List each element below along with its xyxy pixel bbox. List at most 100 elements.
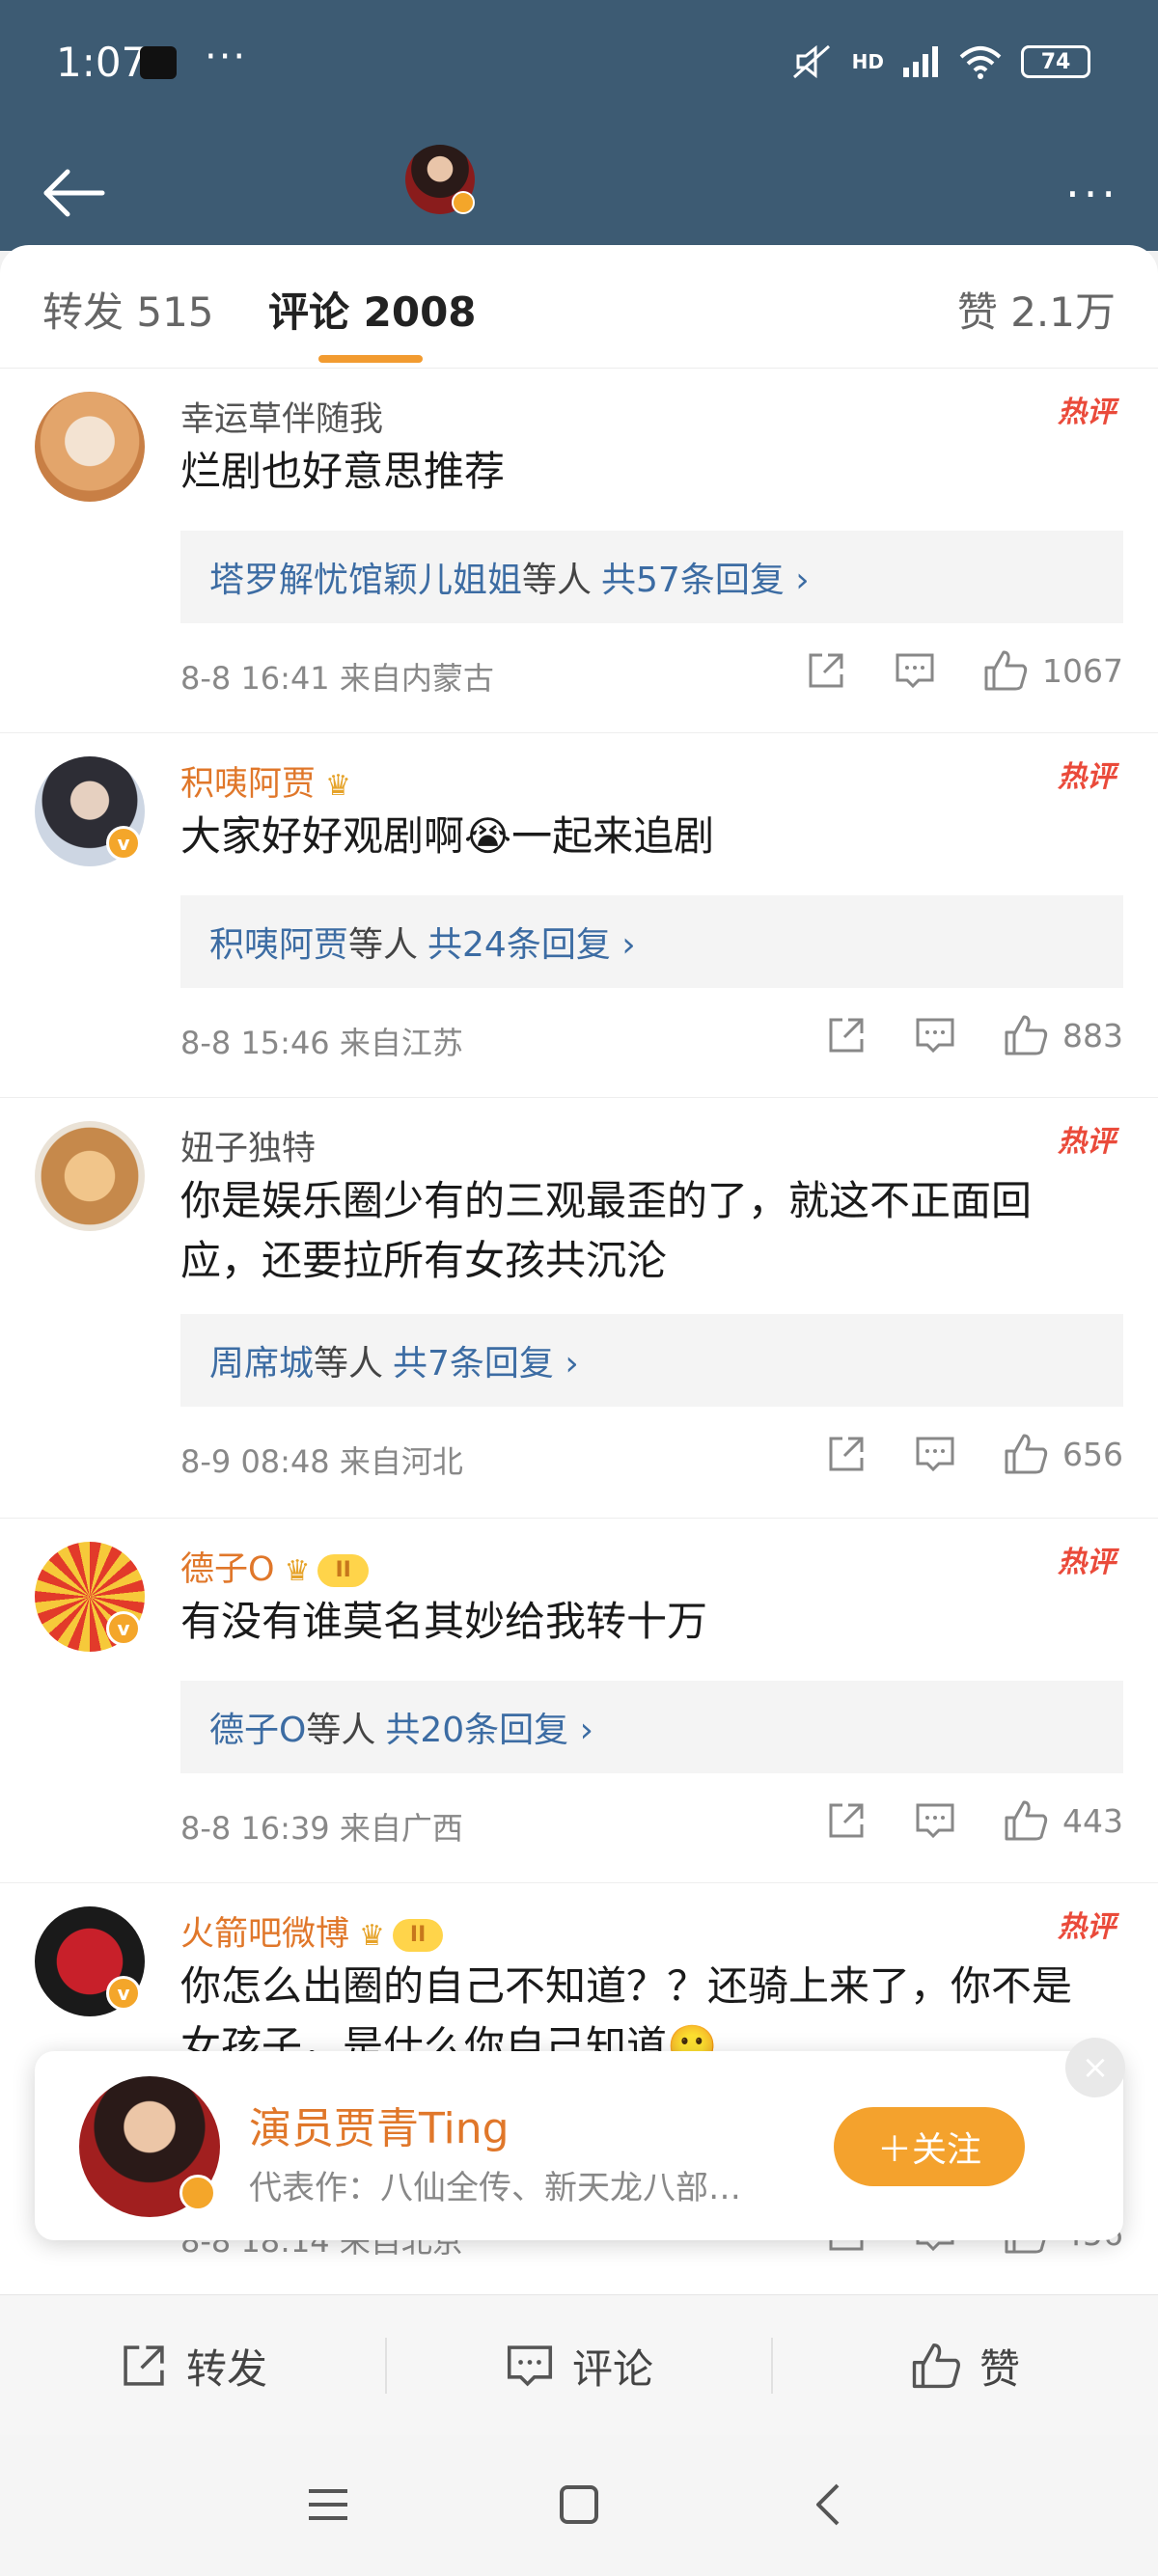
replies-summary[interactable]: 德子O 等人 共20条回复 › — [180, 1681, 1123, 1773]
top-navigation-bar: ··· — [0, 135, 1158, 251]
comment-item: v 德子O ♛ II 热评 有没有谁莫名其妙给我转十万 德子O 等人 共20条回复 … — [0, 1519, 1158, 1883]
tab-likes[interactable]: 赞 2.1万 — [957, 280, 1116, 339]
thumbs-up-icon — [1005, 1434, 1048, 1474]
commenter-name-text: 火箭吧微博 — [180, 1915, 350, 1954]
bottom-action-bar: 转发 评论 赞 — [0, 2294, 1158, 2435]
commenter-avatar[interactable] — [35, 392, 145, 502]
commenter-avatar[interactable] — [35, 1121, 145, 1231]
commenter-name[interactable]: 幸运草伴随我 — [180, 392, 383, 441]
back-icon[interactable] — [807, 2481, 853, 2528]
share-icon[interactable] — [825, 1799, 868, 1842]
share-icon[interactable] — [805, 649, 847, 692]
like-button[interactable]: 1067 — [982, 648, 1123, 693]
like-count: 443 — [1062, 1801, 1123, 1840]
comment-button[interactable]: 评论 — [386, 2295, 772, 2436]
commenter-name-text: 德子O — [180, 1550, 275, 1589]
replies-summary[interactable]: 塔罗解忧馆颖儿姐姐 等人 共57条回复 › — [180, 531, 1123, 623]
comment-actions: 443 — [825, 1798, 1123, 1843]
battery-indicator: 74 — [1021, 45, 1090, 78]
tab-comments[interactable]: 评论 2008 — [268, 280, 477, 339]
commenter-name[interactable]: 妞子独特 — [180, 1121, 316, 1170]
verified-badge-icon: v — [106, 1611, 141, 1646]
like-button[interactable]: 883 — [1003, 1013, 1123, 1057]
like-post-button[interactable]: 赞 — [772, 2295, 1158, 2436]
reply-count: 共24条回复 › — [427, 925, 636, 965]
signal-icon — [903, 46, 938, 77]
follow-suggestion-card: 演员贾青Ting 代表作：八仙全传、新天龙八部… ＋关注 × — [35, 2038, 1125, 2240]
reply-icon[interactable] — [894, 649, 936, 692]
hot-comment-badge: 热评 — [1058, 396, 1116, 429]
tab-reposts[interactable]: 转发 515 — [42, 280, 214, 339]
network-type-label: HD — [851, 50, 884, 73]
reply-users-suffix: 等人 — [314, 1344, 384, 1384]
comment-icon — [507, 2345, 553, 2387]
menu-icon[interactable] — [305, 2481, 351, 2528]
reply-icon[interactable] — [914, 1433, 956, 1475]
status-bar: 1:07 ··· HD 74 — [0, 0, 1158, 135]
verified-badge-icon — [179, 2175, 216, 2211]
reply-icon[interactable] — [914, 1799, 956, 1842]
suggested-user-name[interactable]: 演员贾青Ting — [249, 2094, 510, 2155]
like-button[interactable]: 656 — [1003, 1432, 1123, 1476]
crown-badge-icon: ♛ — [284, 1554, 311, 1588]
share-icon — [124, 2345, 164, 2386]
thumbs-up-icon — [1005, 1015, 1048, 1055]
comment-actions: 656 — [825, 1432, 1123, 1476]
comment-item: v 积咦阿贾 ♛ 热评 大家好好观剧啊😭一起来追剧 积咦阿贾 等人 共24条回复 … — [0, 733, 1158, 1098]
share-icon[interactable] — [825, 1433, 868, 1475]
comment-actions: 883 — [825, 1013, 1123, 1057]
app-notification-icon — [140, 46, 177, 79]
follow-button[interactable]: ＋关注 — [834, 2107, 1025, 2186]
status-icons: HD 74 — [790, 42, 1090, 81]
comment-item: 幸运草伴随我 热评 烂剧也好意思推荐 塔罗解忧馆颖儿姐姐 等人 共57条回复 ›… — [0, 369, 1158, 733]
commenter-name[interactable]: 积咦阿贾 ♛ — [180, 756, 351, 806]
reply-count: 共20条回复 › — [385, 1711, 594, 1750]
suggested-user-works: 代表作：八仙全传、新天龙八部… — [249, 2169, 741, 2207]
reply-users: 德子O — [209, 1711, 307, 1750]
close-icon[interactable]: × — [1065, 2038, 1125, 2097]
replies-summary[interactable]: 积咦阿贾 等人 共24条回复 › — [180, 895, 1123, 988]
reply-users: 积咦阿贾 — [209, 925, 349, 965]
comment-text: 烂剧也好意思推荐 — [180, 448, 506, 495]
crown-badge-icon: ♛ — [325, 769, 351, 803]
thumbs-up-icon — [984, 650, 1028, 691]
member-level-badge: II — [317, 1554, 369, 1587]
status-time: 1:07 — [56, 39, 148, 86]
comment-text: 大家好好观剧啊😭一起来追剧 — [180, 812, 715, 860]
comment-list: 幸运草伴随我 热评 烂剧也好意思推荐 塔罗解忧馆颖儿姐姐 等人 共57条回复 ›… — [0, 369, 1158, 2294]
hot-comment-badge: 热评 — [1058, 1546, 1116, 1579]
mute-icon — [792, 44, 830, 79]
reply-users-suffix: 等人 — [306, 1711, 376, 1750]
commenter-name[interactable]: 火箭吧微博 ♛ II — [180, 1906, 444, 1956]
like-count: 1067 — [1042, 651, 1123, 690]
back-arrow-icon[interactable] — [39, 156, 112, 230]
commenter-name[interactable]: 德子O ♛ II — [180, 1542, 369, 1591]
comment-text: 你是娱乐圈少有的三观最歪的了，就这不正面回应，还要拉所有女孩共沉沦 — [180, 1177, 1033, 1284]
share-icon[interactable] — [825, 1014, 868, 1056]
reply-users-suffix: 等人 — [348, 925, 419, 965]
reply-users: 塔罗解忧馆颖儿姐姐 — [209, 561, 523, 600]
commenter-name-text: 积咦阿贾 — [180, 765, 317, 804]
thumbs-up-icon — [912, 2343, 960, 2389]
active-tab-indicator — [318, 355, 423, 363]
replies-summary[interactable]: 周席城 等人 共7条回复 › — [180, 1314, 1123, 1407]
status-more-dots: ··· — [205, 35, 248, 79]
comment-text: 有没有谁莫名其妙给我转十万 — [180, 1598, 708, 1645]
wifi-icon — [959, 46, 1002, 79]
like-count: 883 — [1062, 1016, 1123, 1055]
comment-meta: 8-9 08:48 来自河北 — [180, 1443, 463, 1480]
like-count: 656 — [1062, 1435, 1123, 1473]
repost-button[interactable]: 转发 — [0, 2295, 386, 2436]
repost-label: 转发 — [185, 2344, 267, 2393]
more-options-icon[interactable]: ··· — [1065, 168, 1119, 220]
like-button[interactable]: 443 — [1003, 1798, 1123, 1843]
reply-icon[interactable] — [914, 1014, 956, 1056]
thumbs-up-icon — [1005, 1800, 1048, 1841]
home-icon[interactable] — [556, 2481, 602, 2528]
comment-meta: 8-8 16:41 来自内蒙古 — [180, 660, 494, 697]
verified-badge-icon — [452, 191, 475, 214]
reply-count: 共7条回复 › — [393, 1344, 579, 1384]
comment-actions: 1067 — [805, 648, 1123, 693]
comment-meta: 8-8 15:46 来自江苏 — [180, 1025, 463, 1061]
member-level-badge: II — [392, 1919, 444, 1952]
